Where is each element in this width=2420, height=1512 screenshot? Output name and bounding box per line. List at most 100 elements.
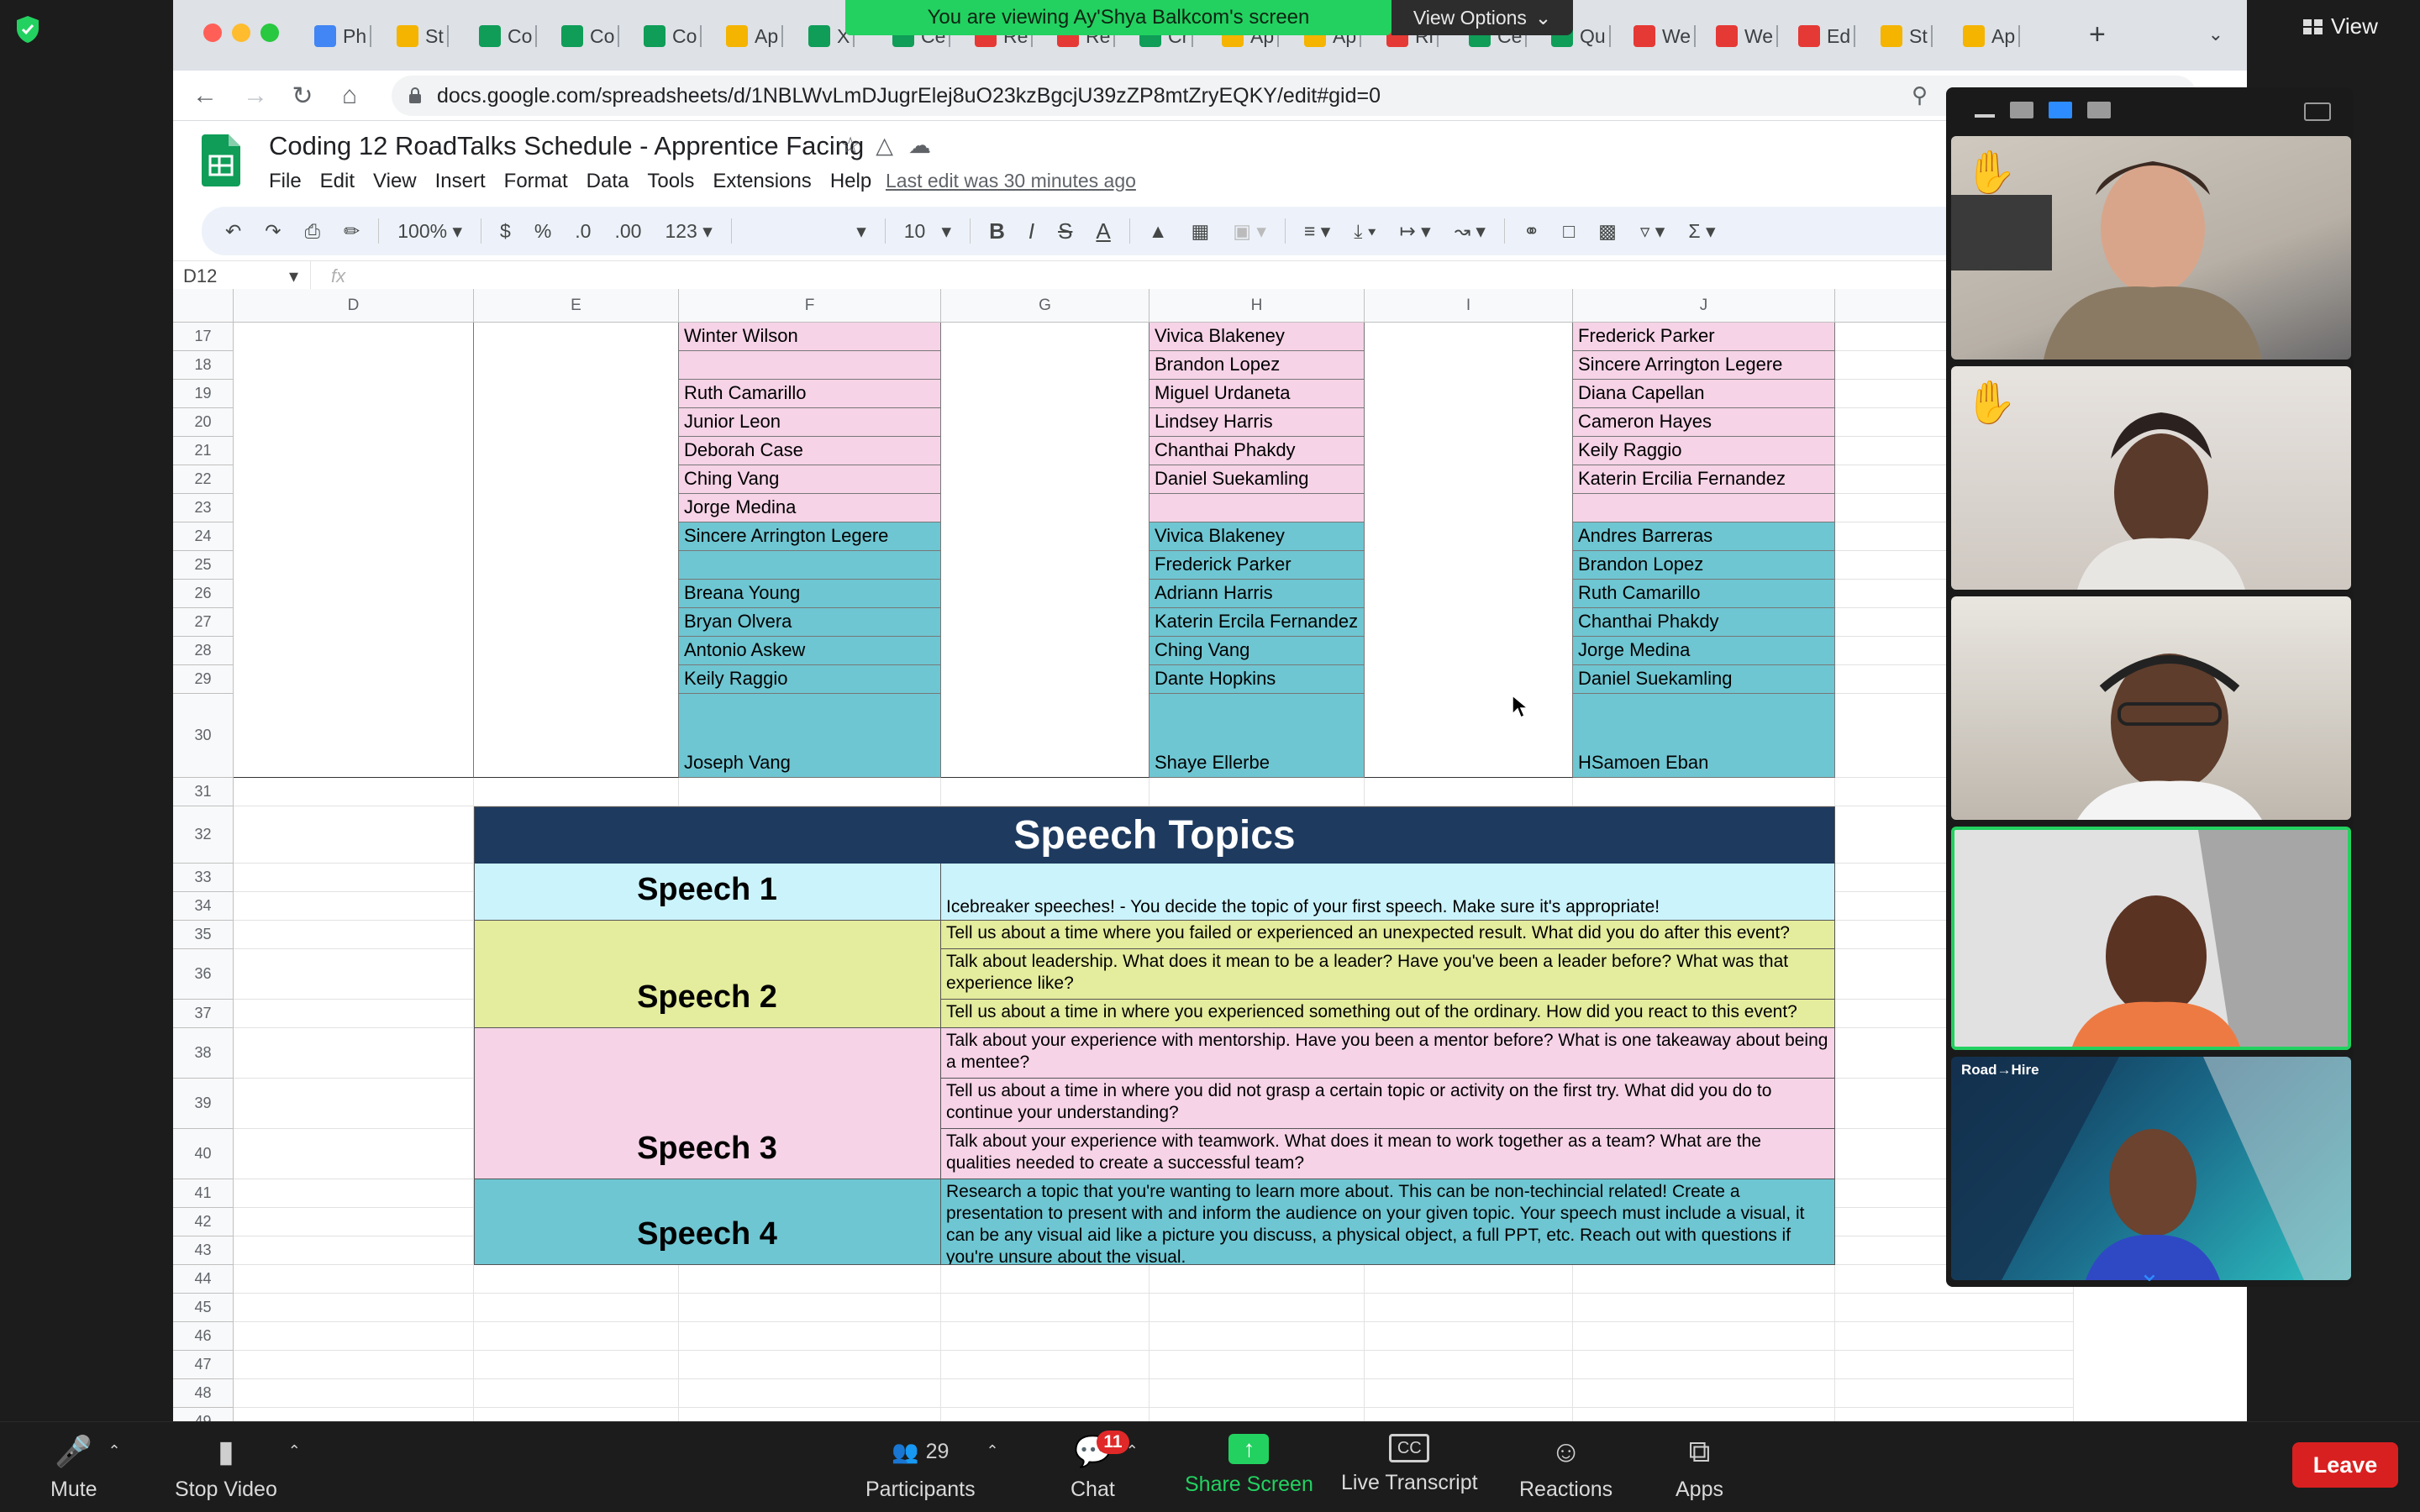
browser-tab[interactable]: Co: [479, 17, 538, 55]
fill-color-icon[interactable]: ▲: [1144, 220, 1173, 243]
name-cell[interactable]: Deborah Case: [679, 437, 941, 465]
select-all-corner[interactable]: [173, 289, 234, 323]
column-header-i[interactable]: I: [1365, 289, 1573, 323]
merge-cells-icon[interactable]: ▣ ▾: [1228, 220, 1271, 243]
percent-button[interactable]: %: [529, 220, 556, 243]
row-header[interactable]: 36: [173, 949, 234, 1000]
name-cell[interactable]: Ruth Camarillo: [1573, 580, 1835, 608]
row-header[interactable]: 33: [173, 864, 234, 892]
name-cell[interactable]: Bryan Olvera: [679, 608, 941, 637]
empty-cell-block[interactable]: [234, 323, 474, 778]
gallery-view-icon[interactable]: [2087, 102, 2111, 118]
name-cell[interactable]: Ching Vang: [679, 465, 941, 494]
empty-cell-block[interactable]: [474, 323, 679, 778]
font-family-select[interactable]: ▾: [745, 220, 871, 243]
menu-format[interactable]: Format: [504, 170, 568, 193]
row-header[interactable]: 31: [173, 778, 234, 806]
name-cell[interactable]: Winter Wilson: [679, 323, 941, 351]
row-header[interactable]: 32: [173, 806, 234, 864]
participants-button[interactable]: 👥 29 Participants ⌃: [865, 1434, 999, 1502]
browser-tab[interactable]: X: [808, 17, 855, 55]
browser-tab[interactable]: Co: [644, 17, 702, 55]
row-header[interactable]: 47: [173, 1351, 234, 1379]
browser-tab[interactable]: Ap: [726, 17, 784, 55]
name-cell[interactable]: Daniel Suekamling: [1150, 465, 1365, 494]
browser-tab[interactable]: Ap: [1963, 17, 2021, 55]
name-cell[interactable]: Vivica Blakeney: [1150, 323, 1365, 351]
chevron-up-icon[interactable]: ⌃: [1126, 1442, 1139, 1460]
bold-button[interactable]: B: [984, 218, 1010, 244]
browser-tab[interactable]: We: [1716, 17, 1779, 55]
leave-button[interactable]: Leave: [2292, 1442, 2398, 1488]
row-header[interactable]: 41: [173, 1179, 234, 1208]
row-header[interactable]: 28: [173, 637, 234, 665]
security-shield-icon[interactable]: [15, 15, 40, 44]
zoom-magnifier-icon[interactable]: ⚲: [1912, 82, 1928, 108]
name-cell[interactable]: Sincere Arrington Legere: [679, 522, 941, 551]
participant-video-tile[interactable]: Road→Hire: [1951, 1057, 2351, 1280]
browser-tab[interactable]: Co: [561, 17, 620, 55]
name-cell[interactable]: Daniel Suekamling: [1573, 665, 1835, 694]
hide-video-icon[interactable]: [2010, 102, 2033, 118]
name-cell[interactable]: [679, 351, 941, 380]
active-speaker-video-tile[interactable]: [1951, 827, 2351, 1050]
italic-button[interactable]: I: [1023, 218, 1039, 244]
print-icon[interactable]: ⎙: [300, 220, 325, 243]
menu-tools[interactable]: Tools: [647, 170, 694, 193]
row-header[interactable]: 23: [173, 494, 234, 522]
name-cell[interactable]: Frederick Parker: [1150, 551, 1365, 580]
name-cell[interactable]: [1573, 494, 1835, 522]
popout-panel-icon[interactable]: [2304, 102, 2331, 121]
name-cell[interactable]: [1150, 494, 1365, 522]
name-cell[interactable]: Adriann Harris: [1150, 580, 1365, 608]
column-header-f[interactable]: F: [679, 289, 941, 323]
horizontal-align-icon[interactable]: ≡ ▾: [1299, 220, 1335, 243]
row-header[interactable]: 18: [173, 351, 234, 380]
name-cell[interactable]: Vivica Blakeney: [1150, 522, 1365, 551]
insert-chart-icon[interactable]: ▩: [1593, 220, 1622, 243]
menu-insert[interactable]: Insert: [435, 170, 486, 193]
minimize-window-button[interactable]: [232, 24, 250, 42]
row-header[interactable]: 34: [173, 892, 234, 921]
name-cell[interactable]: Antonio Askew: [679, 637, 941, 665]
more-formats-select[interactable]: 123 ▾: [660, 220, 717, 243]
google-sheets-logo-icon[interactable]: [202, 134, 240, 186]
name-cell[interactable]: Ching Vang: [1150, 637, 1365, 665]
name-cell[interactable]: Jorge Medina: [679, 494, 941, 522]
name-cell[interactable]: Chanthai Phakdy: [1573, 608, 1835, 637]
zoom-select[interactable]: 100% ▾: [392, 220, 467, 243]
chevron-up-icon[interactable]: ⌃: [986, 1442, 999, 1460]
row-header[interactable]: 26: [173, 580, 234, 608]
participant-video-tile[interactable]: ✋: [1951, 136, 2351, 360]
menu-view[interactable]: View: [373, 170, 417, 193]
name-cell[interactable]: Sincere Arrington Legere: [1573, 351, 1835, 380]
cloud-status-icon[interactable]: ☁: [908, 133, 931, 159]
document-title[interactable]: Coding 12 RoadTalks Schedule - Apprentic…: [269, 131, 864, 161]
minimize-panel-icon[interactable]: [1975, 114, 1995, 118]
zoom-view-button[interactable]: View: [2302, 13, 2378, 39]
name-cell[interactable]: Shaye Ellerbe: [1150, 694, 1365, 778]
spreadsheet-grid[interactable]: DEFGHIJK17181920212223242526272829303132…: [173, 289, 2247, 1421]
name-cell[interactable]: Chanthai Phakdy: [1150, 437, 1365, 465]
name-cell[interactable]: Andres Barreras: [1573, 522, 1835, 551]
live-transcript-button[interactable]: CC Live Transcript: [1341, 1434, 1478, 1495]
row-header[interactable]: 43: [173, 1236, 234, 1265]
filter-icon[interactable]: ▿ ▾: [1635, 220, 1670, 243]
row-header[interactable]: 37: [173, 1000, 234, 1028]
name-cell[interactable]: Brandon Lopez: [1573, 551, 1835, 580]
row-header[interactable]: 42: [173, 1208, 234, 1236]
stop-video-button[interactable]: ▮ Stop Video ⌃: [175, 1434, 301, 1502]
browser-tab[interactable]: Ph: [314, 17, 372, 55]
browser-tab[interactable]: St: [397, 17, 449, 55]
row-header[interactable]: 29: [173, 665, 234, 694]
row-header[interactable]: 22: [173, 465, 234, 494]
row-header[interactable]: 35: [173, 921, 234, 949]
row-header[interactable]: 27: [173, 608, 234, 637]
name-cell[interactable]: Cameron Hayes: [1573, 408, 1835, 437]
name-cell[interactable]: Joseph Vang: [679, 694, 941, 778]
last-edit-link[interactable]: Last edit was 30 minutes ago: [886, 170, 1136, 192]
text-rotation-icon[interactable]: ↝ ▾: [1449, 220, 1491, 243]
name-cell[interactable]: Katerin Ercila Fernandez: [1150, 608, 1365, 637]
row-header[interactable]: 45: [173, 1294, 234, 1322]
view-options-button[interactable]: View Options ⌄: [1392, 0, 1573, 35]
